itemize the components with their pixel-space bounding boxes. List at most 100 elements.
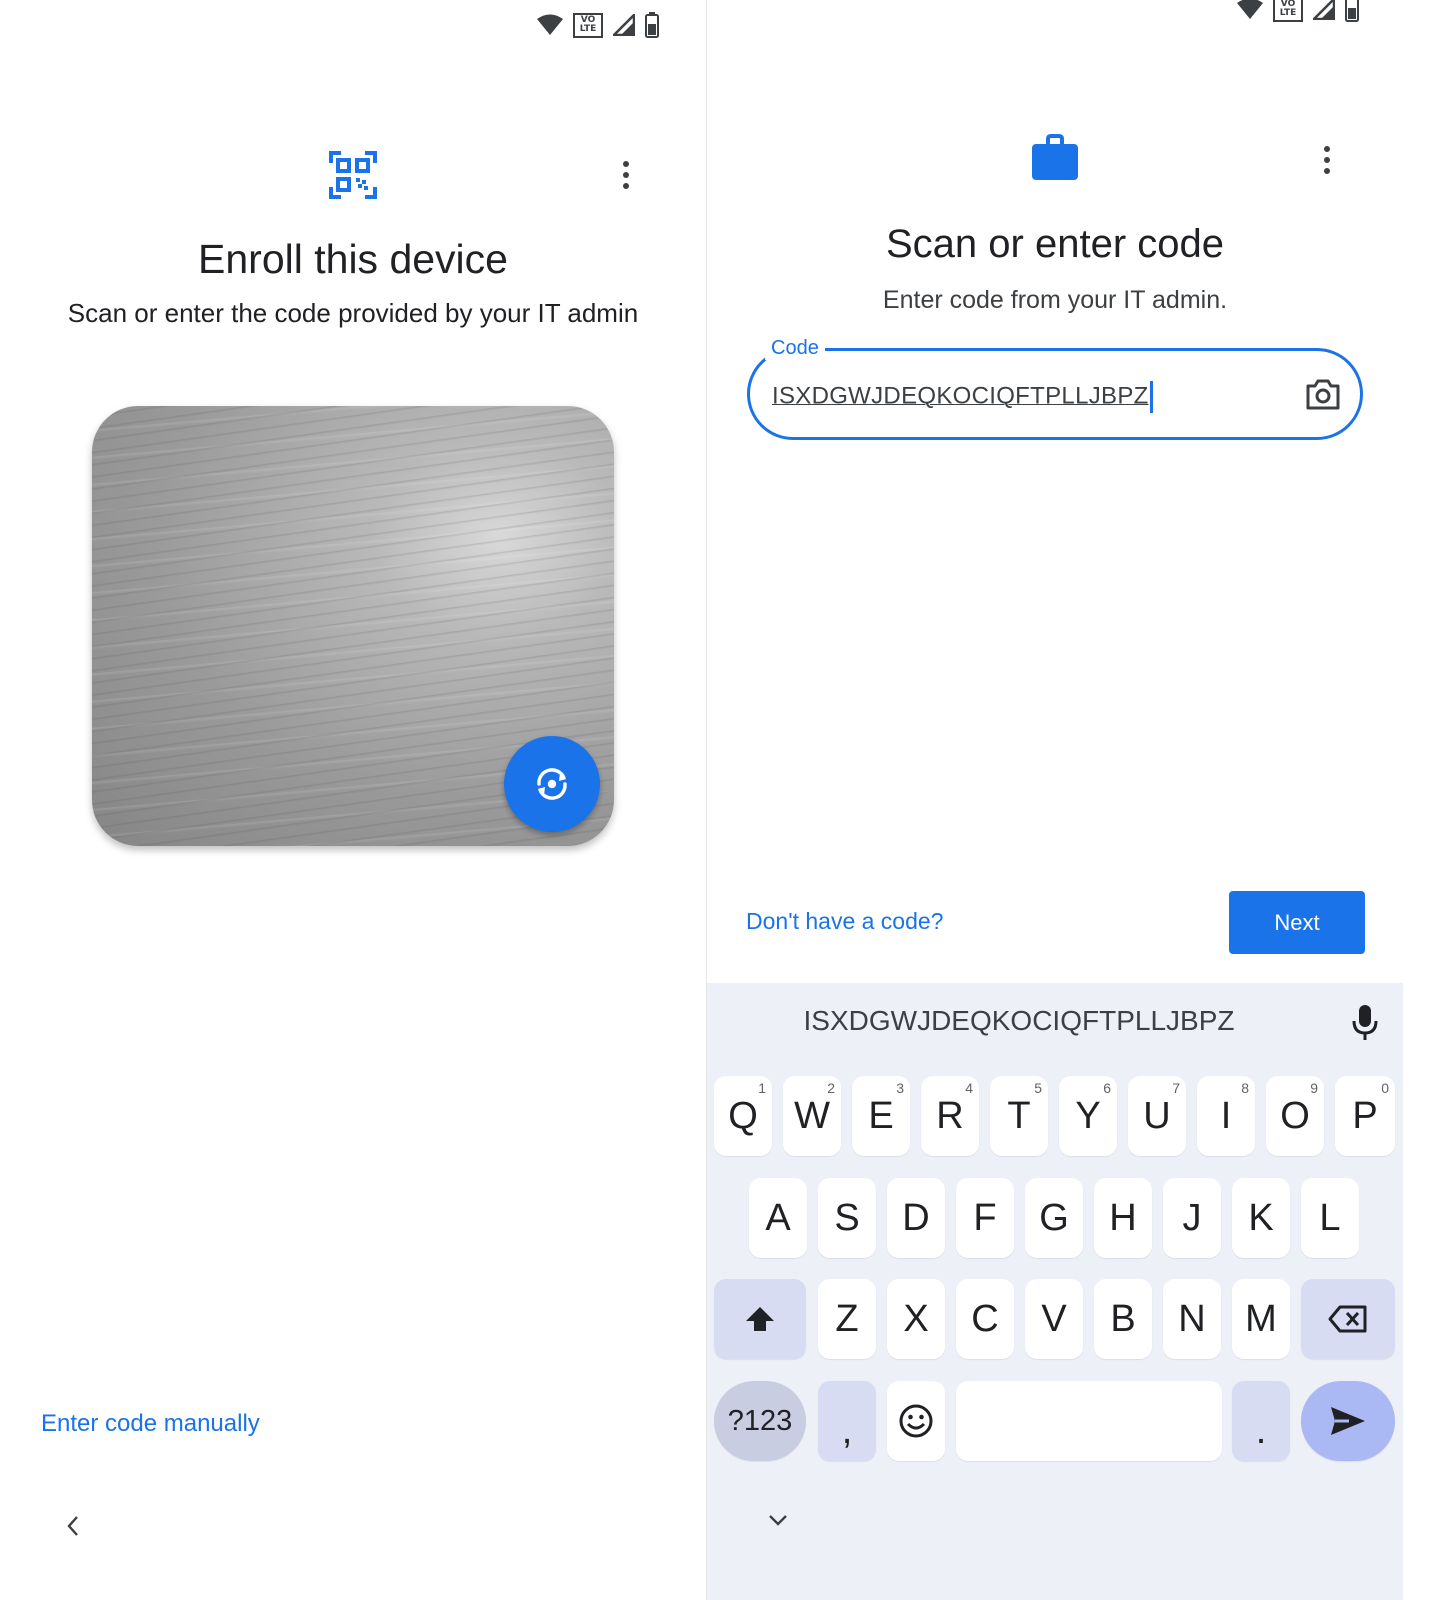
key-e[interactable]: E3 bbox=[852, 1076, 910, 1156]
page-title: Scan or enter code bbox=[886, 222, 1224, 266]
key-f[interactable]: F bbox=[956, 1178, 1014, 1258]
more-options-icon[interactable] bbox=[611, 155, 641, 195]
back-chevron-icon[interactable] bbox=[64, 1512, 82, 1540]
code-input[interactable]: ISXDGWJDEQKOCIQFTPLLJBPZ bbox=[772, 381, 1153, 413]
qr-code-icon bbox=[329, 151, 377, 199]
symbols-key[interactable]: ?123 bbox=[714, 1381, 806, 1461]
enroll-screen: VO LTE Enroll this device Scan or enter t… bbox=[0, 0, 706, 1600]
no-code-link[interactable]: Don't have a code? bbox=[746, 908, 943, 935]
key-label: L bbox=[1319, 1196, 1341, 1239]
enter-code-screen: VO LTE Scan or enter code Enter code from… bbox=[707, 0, 1433, 1600]
backspace-icon bbox=[1328, 1305, 1367, 1333]
switch-camera-icon bbox=[537, 768, 567, 800]
key-label: W bbox=[794, 1094, 830, 1137]
camera-icon[interactable] bbox=[1305, 378, 1341, 412]
key-label: X bbox=[903, 1297, 929, 1340]
key-label: A bbox=[765, 1196, 791, 1239]
shift-key[interactable] bbox=[714, 1279, 806, 1359]
key-g[interactable]: G bbox=[1025, 1178, 1083, 1258]
key-r[interactable]: R4 bbox=[921, 1076, 979, 1156]
key-h[interactable]: H bbox=[1094, 1178, 1152, 1258]
key-label: Z bbox=[835, 1297, 859, 1340]
hide-keyboard-icon[interactable] bbox=[767, 1513, 789, 1527]
emoji-icon bbox=[899, 1404, 933, 1438]
microphone-icon[interactable] bbox=[1351, 1003, 1379, 1043]
key-hint: 5 bbox=[1034, 1080, 1042, 1096]
shift-icon bbox=[746, 1307, 774, 1331]
more-options-icon[interactable] bbox=[1312, 140, 1342, 180]
wifi-icon bbox=[1237, 0, 1263, 19]
key-s[interactable]: S bbox=[818, 1178, 876, 1258]
key-label: V bbox=[1041, 1297, 1067, 1340]
key-d[interactable]: D bbox=[887, 1178, 945, 1258]
page-subtitle: Scan or enter the code provided by your … bbox=[67, 298, 639, 328]
text-caret bbox=[1149, 381, 1153, 413]
signal-icon bbox=[1313, 0, 1335, 20]
key-v[interactable]: V bbox=[1025, 1279, 1083, 1359]
key-hint: 9 bbox=[1310, 1080, 1318, 1096]
key-label: Y bbox=[1075, 1094, 1101, 1137]
key-y[interactable]: Y6 bbox=[1059, 1076, 1117, 1156]
battery-icon bbox=[645, 12, 659, 38]
key-hint: 4 bbox=[965, 1080, 973, 1096]
key-label: Q bbox=[728, 1094, 758, 1137]
key-hint: 3 bbox=[896, 1080, 904, 1096]
key-u[interactable]: U7 bbox=[1128, 1076, 1186, 1156]
key-label: U bbox=[1143, 1094, 1171, 1137]
key-label: J bbox=[1182, 1196, 1202, 1239]
backspace-key[interactable] bbox=[1301, 1279, 1395, 1359]
space-key[interactable] bbox=[956, 1381, 1222, 1461]
emoji-key[interactable] bbox=[887, 1381, 945, 1461]
key-label: C bbox=[971, 1297, 999, 1340]
key-label: M bbox=[1245, 1297, 1277, 1340]
key-hint: 1 bbox=[758, 1080, 766, 1096]
key-o[interactable]: O9 bbox=[1266, 1076, 1324, 1156]
send-key[interactable] bbox=[1301, 1381, 1395, 1461]
key-t[interactable]: T5 bbox=[990, 1076, 1048, 1156]
wifi-icon bbox=[537, 14, 563, 35]
key-j[interactable]: J bbox=[1163, 1178, 1221, 1258]
next-button[interactable]: Next bbox=[1229, 891, 1365, 954]
key-l[interactable]: L bbox=[1301, 1178, 1359, 1258]
key-label: S bbox=[834, 1196, 860, 1239]
key-label: T bbox=[1007, 1094, 1031, 1137]
key-label: B bbox=[1110, 1297, 1136, 1340]
period-key[interactable]: . bbox=[1232, 1381, 1290, 1461]
switch-camera-button[interactable] bbox=[504, 736, 600, 832]
briefcase-icon bbox=[1032, 134, 1078, 180]
key-p[interactable]: P0 bbox=[1335, 1076, 1395, 1156]
key-label: G bbox=[1039, 1196, 1069, 1239]
key-a[interactable]: A bbox=[749, 1178, 807, 1258]
key-w[interactable]: W2 bbox=[783, 1076, 841, 1156]
key-n[interactable]: N bbox=[1163, 1279, 1221, 1359]
key-label: R bbox=[936, 1094, 964, 1137]
status-bar: VO LTE bbox=[537, 12, 659, 38]
key-x[interactable]: X bbox=[887, 1279, 945, 1359]
key-label: K bbox=[1248, 1196, 1274, 1239]
key-q[interactable]: Q1 bbox=[714, 1076, 772, 1156]
key-m[interactable]: M bbox=[1232, 1279, 1290, 1359]
key-label: ?123 bbox=[727, 1404, 793, 1437]
key-i[interactable]: I8 bbox=[1197, 1076, 1255, 1156]
key-hint: 7 bbox=[1172, 1080, 1180, 1096]
key-label: H bbox=[1109, 1196, 1137, 1239]
comma-key[interactable]: , bbox=[818, 1381, 876, 1461]
signal-icon bbox=[613, 14, 635, 36]
key-hint: 8 bbox=[1241, 1080, 1249, 1096]
on-screen-keyboard: ISXDGWJDEQKOCIQFTPLLJBPZ Q1 W2 E3 R4 T5 … bbox=[707, 983, 1403, 1600]
key-c[interactable]: C bbox=[956, 1279, 1014, 1359]
key-label: P bbox=[1352, 1094, 1378, 1137]
code-input-value: ISXDGWJDEQKOCIQFTPLLJBPZ bbox=[772, 382, 1149, 410]
key-z[interactable]: Z bbox=[818, 1279, 876, 1359]
key-hint: 2 bbox=[827, 1080, 835, 1096]
page-title: Enroll this device bbox=[198, 236, 508, 282]
send-icon bbox=[1331, 1407, 1365, 1435]
key-b[interactable]: B bbox=[1094, 1279, 1152, 1359]
page-subtitle: Enter code from your IT admin. bbox=[882, 286, 1228, 314]
key-k[interactable]: K bbox=[1232, 1178, 1290, 1258]
key-label: . bbox=[1255, 1410, 1267, 1452]
key-label: O bbox=[1280, 1094, 1310, 1137]
keyboard-suggestion[interactable]: ISXDGWJDEQKOCIQFTPLLJBPZ bbox=[707, 1005, 1331, 1037]
enter-code-manually-link[interactable]: Enter code manually bbox=[41, 1410, 260, 1438]
status-bar-right: VO LTE bbox=[1237, 0, 1359, 22]
